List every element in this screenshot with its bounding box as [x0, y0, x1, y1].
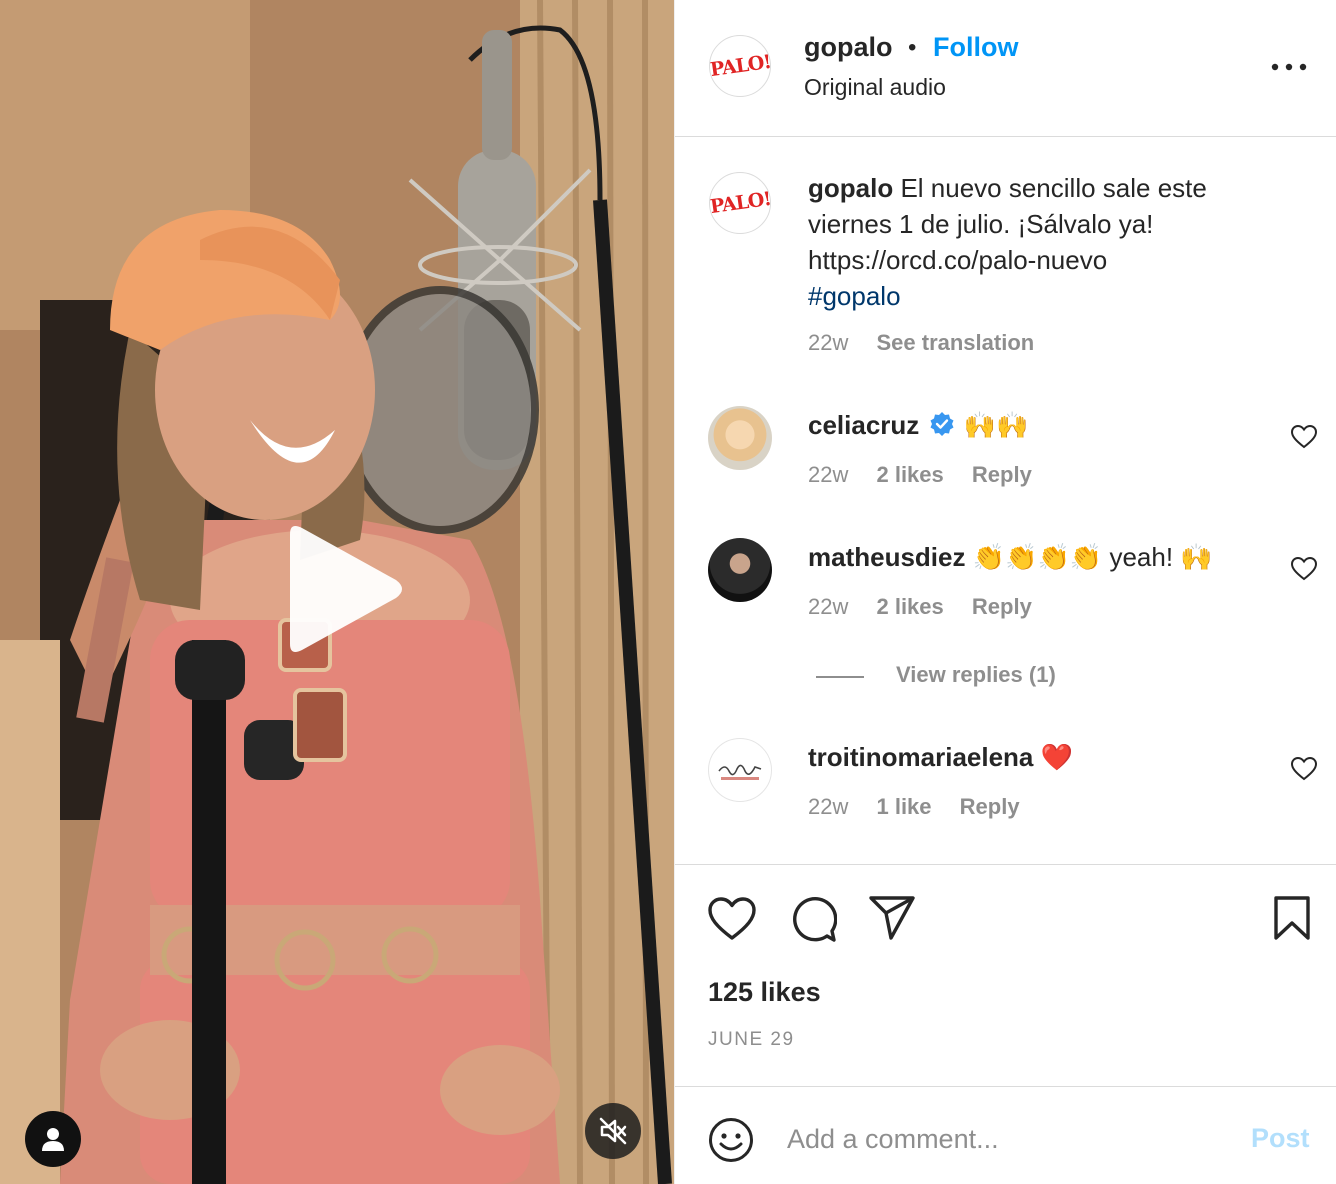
avatar-script-graphic [718, 764, 762, 780]
comment-like-heart-icon[interactable] [1291, 425, 1317, 449]
comment-body: 🙌🙌 [963, 410, 1029, 440]
likes-count[interactable]: 125 likes [708, 977, 821, 1008]
post-comment-button[interactable]: Post [1251, 1123, 1310, 1154]
comment-likes[interactable]: 1 like [876, 794, 931, 819]
comment-avatar[interactable] [708, 738, 772, 802]
author-username[interactable]: gopalo [804, 32, 893, 63]
comment-username[interactable]: matheusdiez [808, 542, 966, 572]
post-caption: gopalo El nuevo sencillo sale este viern… [808, 170, 1278, 314]
avatar-logo-text: PALO! [709, 50, 771, 82]
comment-text-line: troitinomariaelena ❤️ [808, 742, 1073, 773]
follow-button[interactable]: Follow [933, 32, 1018, 63]
post-date: JUNE 29 [708, 1029, 795, 1050]
comment-avatar[interactable] [708, 406, 772, 470]
caption-hashtag[interactable]: #gopalo [808, 281, 901, 311]
bookmark-icon[interactable] [1273, 895, 1311, 941]
reply-button[interactable]: Reply [972, 462, 1032, 487]
play-button[interactable] [276, 522, 410, 656]
reel-video[interactable] [0, 0, 674, 1184]
comment-meta: 22w 2 likes Reply [808, 462, 1054, 488]
post-header: PALO! gopalo • Follow Original audio [675, 0, 1336, 137]
tagged-users-button[interactable] [25, 1111, 81, 1167]
user-icon [42, 1128, 64, 1151]
like-heart-icon[interactable] [708, 897, 756, 941]
comment-icon[interactable] [789, 895, 837, 943]
comment-meta: 22w 1 like Reply [808, 794, 1042, 820]
view-replies-button[interactable]: View replies (1) [896, 662, 1056, 688]
reply-button[interactable]: Reply [960, 794, 1020, 819]
reply-button[interactable]: Reply [972, 594, 1032, 619]
post-details-panel: PALO! gopalo • Follow Original audio PAL… [674, 0, 1336, 1184]
caption-author-avatar[interactable]: PALO! [709, 172, 771, 234]
comment-time: 22w [808, 794, 849, 819]
more-options-icon[interactable] [1269, 52, 1309, 82]
comment-body: ❤️ [1040, 742, 1074, 772]
comment-username[interactable]: celiacruz [808, 410, 919, 440]
comment-time: 22w [808, 462, 849, 487]
caption-time: 22w [808, 330, 849, 355]
share-icon[interactable] [869, 895, 915, 941]
avatar-logo-text: PALO! [709, 187, 771, 219]
audio-link[interactable]: Original audio [804, 74, 946, 101]
comment-likes[interactable]: 2 likes [876, 462, 943, 487]
emoji-icon[interactable] [708, 1117, 754, 1163]
post-actions: 125 likes JUNE 29 [675, 864, 1336, 1086]
add-comment-bar: Post [675, 1086, 1336, 1184]
mute-toggle-button[interactable] [585, 1103, 641, 1159]
comment-time: 22w [808, 594, 849, 619]
comment-like-heart-icon[interactable] [1291, 557, 1317, 581]
comment-text-line: celiacruz 🙌🙌 [808, 410, 1029, 441]
play-icon [290, 526, 402, 652]
header-separator: • [908, 34, 917, 61]
muted-speaker-icon [599, 1117, 627, 1145]
comment-input[interactable] [787, 1115, 1217, 1163]
view-replies-divider [816, 676, 864, 678]
comment-text-line: matheusdiez 👏👏👏👏 yeah! 🙌 [808, 542, 1213, 573]
comment-avatar[interactable] [708, 538, 772, 602]
comment-body: 👏👏👏👏 yeah! 🙌 [972, 542, 1213, 572]
comment-username[interactable]: troitinomariaelena [808, 742, 1033, 772]
caption-meta: 22w See translation [808, 330, 1056, 356]
comment-likes[interactable]: 2 likes [876, 594, 943, 619]
author-avatar[interactable]: PALO! [709, 35, 771, 97]
verified-badge-icon [930, 412, 954, 436]
comment-meta: 22w 2 likes Reply [808, 594, 1054, 620]
see-translation-button[interactable]: See translation [876, 330, 1034, 355]
caption-username[interactable]: gopalo [808, 173, 893, 203]
comment-like-heart-icon[interactable] [1291, 757, 1317, 781]
